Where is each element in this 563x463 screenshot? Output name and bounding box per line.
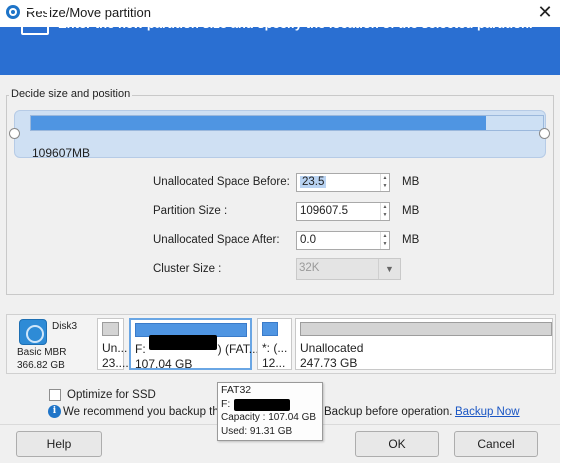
partition-slider-fill[interactable]: [31, 116, 486, 130]
unallocated-before-label: Unallocated Space Before:: [153, 176, 290, 188]
tooltip-capacity: Capacity : 107.04 GB: [221, 412, 317, 423]
partition-usage-bar: [300, 322, 552, 336]
optimize-ssd-label[interactable]: Optimize for SSD: [67, 389, 156, 401]
resize-arrows-icon: [21, 9, 49, 35]
partition-name: Unallocated: [300, 341, 364, 355]
disk-type: Basic MBR: [17, 347, 67, 358]
chevron-down-icon[interactable]: ▼: [378, 259, 400, 279]
ok-button[interactable]: OK: [355, 431, 439, 457]
optimize-ssd-checkbox[interactable]: [49, 389, 61, 401]
backup-now-link[interactable]: Backup Now: [455, 406, 520, 418]
recommend-text-suffix: Backup before operation.: [324, 406, 453, 418]
partition-size: 12...: [262, 356, 286, 370]
info-icon: i: [48, 405, 61, 418]
unallocated-before-value: 23.5: [300, 176, 327, 188]
header-banner: [0, 27, 560, 75]
disk-size: 366.82 GB: [17, 360, 65, 371]
help-button[interactable]: Help: [16, 431, 102, 457]
cluster-size-label: Cluster Size :: [153, 263, 222, 275]
unit-label: MB: [402, 234, 420, 246]
disk-name: Disk3: [52, 321, 78, 332]
redaction-bar: [149, 335, 217, 350]
redaction-bar: [234, 399, 290, 411]
unallocated-after-input[interactable]: 0.0 ▲ ▼: [296, 231, 390, 250]
partition-size: 247.73 GB: [300, 356, 358, 370]
partition-usage-bar: [102, 322, 119, 336]
partition-size-label: Partition Size :: [153, 205, 228, 217]
close-button[interactable]: ✕: [532, 2, 558, 24]
partition-block-unallocated[interactable]: Unallocated 247.73 GB: [295, 318, 553, 370]
partition-size: 23....: [102, 356, 129, 370]
slider-right-handle[interactable]: [539, 128, 550, 139]
spin-arrows-icon[interactable]: ▲ ▼: [380, 232, 389, 249]
spin-arrows-icon[interactable]: ▲ ▼: [380, 174, 389, 191]
tooltip-used: Used: 91.31 GB: [221, 426, 293, 437]
partition-usage-bar: [262, 322, 278, 336]
unallocated-after-value: 0.0: [300, 234, 316, 246]
app-logo-icon: [6, 5, 20, 19]
tooltip-drive: F:: [221, 398, 231, 410]
group-title: Decide size and position: [9, 88, 133, 100]
unallocated-before-input[interactable]: 23.5 ▲ ▼: [296, 173, 390, 192]
disk-icon: [19, 319, 47, 345]
slider-left-handle[interactable]: [9, 128, 20, 139]
spin-arrows-icon[interactable]: ▲ ▼: [380, 203, 389, 220]
partition-size-value: 109607.5: [300, 205, 348, 217]
tooltip-filesystem: FAT32: [221, 384, 252, 396]
partition-name: *: (...: [262, 341, 288, 355]
unit-label: MB: [402, 176, 420, 188]
partition-size: 107.04 GB: [135, 357, 193, 371]
banner-instruction: Enter the new partition size and specify…: [58, 16, 533, 31]
cluster-size-value: 32K: [299, 262, 320, 274]
cancel-button[interactable]: Cancel: [454, 431, 538, 457]
partition-name: Un...: [102, 341, 128, 355]
partition-size-input[interactable]: 109607.5 ▲ ▼: [296, 202, 390, 221]
slider-size-label: 109607MB: [32, 146, 91, 160]
recommend-text: We recommend you backup the: [63, 406, 226, 418]
partition-block[interactable]: *: (... 12...: [257, 318, 292, 370]
partition-block[interactable]: Un... 23....: [97, 318, 129, 370]
unit-label: MB: [402, 205, 420, 217]
unallocated-after-label: Unallocated Space After:: [153, 234, 280, 246]
